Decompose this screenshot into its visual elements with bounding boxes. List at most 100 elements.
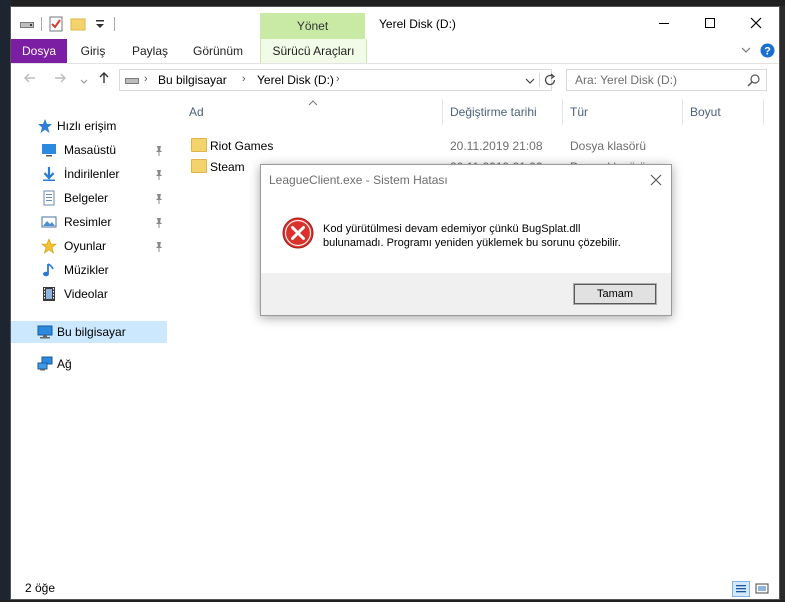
documents-icon — [41, 190, 57, 206]
sidebar-item-videos[interactable]: Videolar — [11, 283, 167, 305]
sidebar-item-label: Hızlı erişim — [57, 119, 117, 133]
sidebar-item-quick-access[interactable]: Hızlı erişim — [11, 115, 167, 137]
column-divider[interactable] — [442, 99, 443, 125]
sidebar-item-documents[interactable]: Belgeler — [11, 187, 167, 209]
breadcrumb-this-pc[interactable]: Bu bilgisayar — [158, 73, 227, 87]
navigation-bar: › Bu bilgisayar › Yerel Disk (D:) › Ara:… — [11, 65, 779, 95]
address-bar[interactable]: › Bu bilgisayar › Yerel Disk (D:) › — [119, 69, 556, 91]
sidebar-item-label: Videolar — [64, 287, 108, 301]
table-row[interactable]: Riot Games 20.11.2019 21:08 Dosya klasör… — [181, 136, 771, 156]
address-divider — [539, 73, 540, 87]
arrow-up-icon — [99, 72, 109, 83]
search-placeholder: Ara: Yerel Disk (D:) — [575, 73, 678, 87]
details-view-icon — [736, 585, 746, 593]
sidebar-item-label: Müzikler — [64, 263, 109, 277]
minimize-button[interactable] — [641, 7, 687, 39]
large-icons-view-button[interactable] — [754, 581, 772, 597]
minimize-icon — [659, 23, 669, 24]
details-view-button[interactable] — [732, 581, 750, 597]
error-icon — [282, 217, 314, 249]
up-button[interactable] — [97, 71, 111, 88]
video-icon — [41, 286, 57, 302]
error-dialog: LeagueClient.exe - Sistem Hatası Kod yür… — [260, 164, 672, 316]
new-folder-icon[interactable] — [70, 16, 86, 32]
column-header-size[interactable]: Boyut — [690, 101, 721, 123]
customize-toolbar-icon[interactable] — [92, 16, 108, 32]
tab-home[interactable]: Giriş — [73, 39, 113, 63]
desktop-icon — [41, 142, 57, 158]
sidebar-item-label: Oyunlar — [64, 239, 107, 253]
title-bar: Yönet Yerel Disk (D:) — [11, 7, 779, 39]
close-icon — [650, 174, 662, 186]
quick-access-toolbar — [19, 15, 115, 33]
sort-ascending-icon — [308, 95, 318, 109]
column-divider[interactable] — [682, 99, 683, 125]
close-icon — [750, 17, 762, 29]
sidebar-item-downloads[interactable]: İndirilenler — [11, 163, 167, 185]
file-date: 20.11.2019 21:08 — [450, 139, 543, 153]
tab-view[interactable]: Görünüm — [187, 39, 249, 63]
maximize-icon — [705, 18, 715, 28]
navigation-pane: Hızlı erişim Masaüstü İndirilenler Belge… — [11, 107, 171, 577]
large-icons-view-icon — [755, 583, 769, 594]
sidebar-item-network[interactable]: Ağ — [11, 353, 167, 375]
close-button[interactable] — [733, 7, 779, 39]
pictures-icon — [41, 214, 57, 230]
sidebar-item-label: Bu bilgisayar — [57, 325, 126, 339]
toolbar-divider — [114, 17, 115, 31]
chevron-down-icon[interactable] — [740, 44, 752, 59]
forward-button[interactable] — [53, 71, 67, 88]
tab-share[interactable]: Paylaş — [127, 39, 173, 63]
star-icon — [41, 238, 57, 254]
breadcrumb-separator: › — [336, 73, 340, 85]
sidebar-item-pictures[interactable]: Resimler — [11, 211, 167, 233]
tab-manage[interactable]: Yönet — [260, 13, 365, 39]
file-type: Dosya klasörü — [570, 139, 647, 153]
sidebar-item-music[interactable]: Müzikler — [11, 259, 167, 281]
dialog-close-button[interactable] — [645, 169, 667, 191]
sidebar-item-label: Belgeler — [64, 191, 109, 205]
help-icon[interactable]: ? — [760, 43, 775, 61]
star-icon — [37, 118, 53, 134]
dialog-message-line: Kod yürütülmesi devam edemiyor çünkü Bug… — [323, 223, 581, 235]
file-name: Riot Games — [210, 139, 274, 153]
file-name: Steam — [210, 160, 245, 174]
column-header-name[interactable]: Ad — [189, 101, 204, 123]
tab-drive-tools[interactable]: Sürücü Araçları — [260, 39, 367, 63]
dialog-message: Kod yürütülmesi devam edemiyor çünkü Bug… — [323, 222, 653, 250]
network-icon — [37, 356, 53, 372]
refresh-icon — [544, 73, 556, 86]
column-divider[interactable] — [562, 99, 563, 125]
column-header-type[interactable]: Tür — [570, 101, 588, 123]
arrow-right-icon — [55, 73, 66, 83]
maximize-button[interactable] — [687, 7, 733, 39]
search-input[interactable]: Ara: Yerel Disk (D:) — [566, 69, 767, 91]
address-dropdown-button[interactable] — [525, 75, 535, 89]
search-icon — [747, 73, 761, 90]
back-button[interactable] — [23, 71, 37, 88]
tab-file[interactable]: Dosya — [11, 39, 67, 63]
ok-button[interactable]: Tamam — [573, 283, 657, 305]
arrow-left-icon — [24, 73, 35, 83]
chevron-down-icon — [525, 78, 535, 84]
sidebar-item-games[interactable]: Oyunlar — [11, 235, 167, 257]
recent-locations-button[interactable] — [79, 74, 89, 90]
dialog-message-line: bulunamadı. Programı yeniden yüklemek bu… — [323, 237, 621, 249]
folder-icon — [191, 159, 207, 173]
folder-icon — [191, 138, 207, 152]
refresh-button[interactable] — [543, 73, 557, 90]
properties-icon[interactable] — [48, 16, 64, 32]
breadcrumb-separator: › — [242, 73, 246, 85]
window-title: Yerel Disk (D:) — [379, 17, 456, 31]
breadcrumb-local-disk[interactable]: Yerel Disk (D:) — [257, 73, 334, 87]
drive-icon — [124, 74, 140, 89]
sidebar-item-this-pc[interactable]: Bu bilgisayar — [11, 321, 167, 343]
column-divider[interactable] — [763, 99, 764, 125]
column-header-date[interactable]: Değiştirme tarihi — [450, 101, 537, 123]
sidebar-item-desktop[interactable]: Masaüstü — [11, 139, 167, 161]
sidebar-item-label: Masaüstü — [64, 143, 117, 157]
drive-icon[interactable] — [19, 16, 35, 32]
breadcrumb-separator: › — [144, 73, 148, 85]
sidebar-item-label: İndirilenler — [64, 167, 120, 181]
sidebar-item-label: Resimler — [64, 215, 112, 229]
